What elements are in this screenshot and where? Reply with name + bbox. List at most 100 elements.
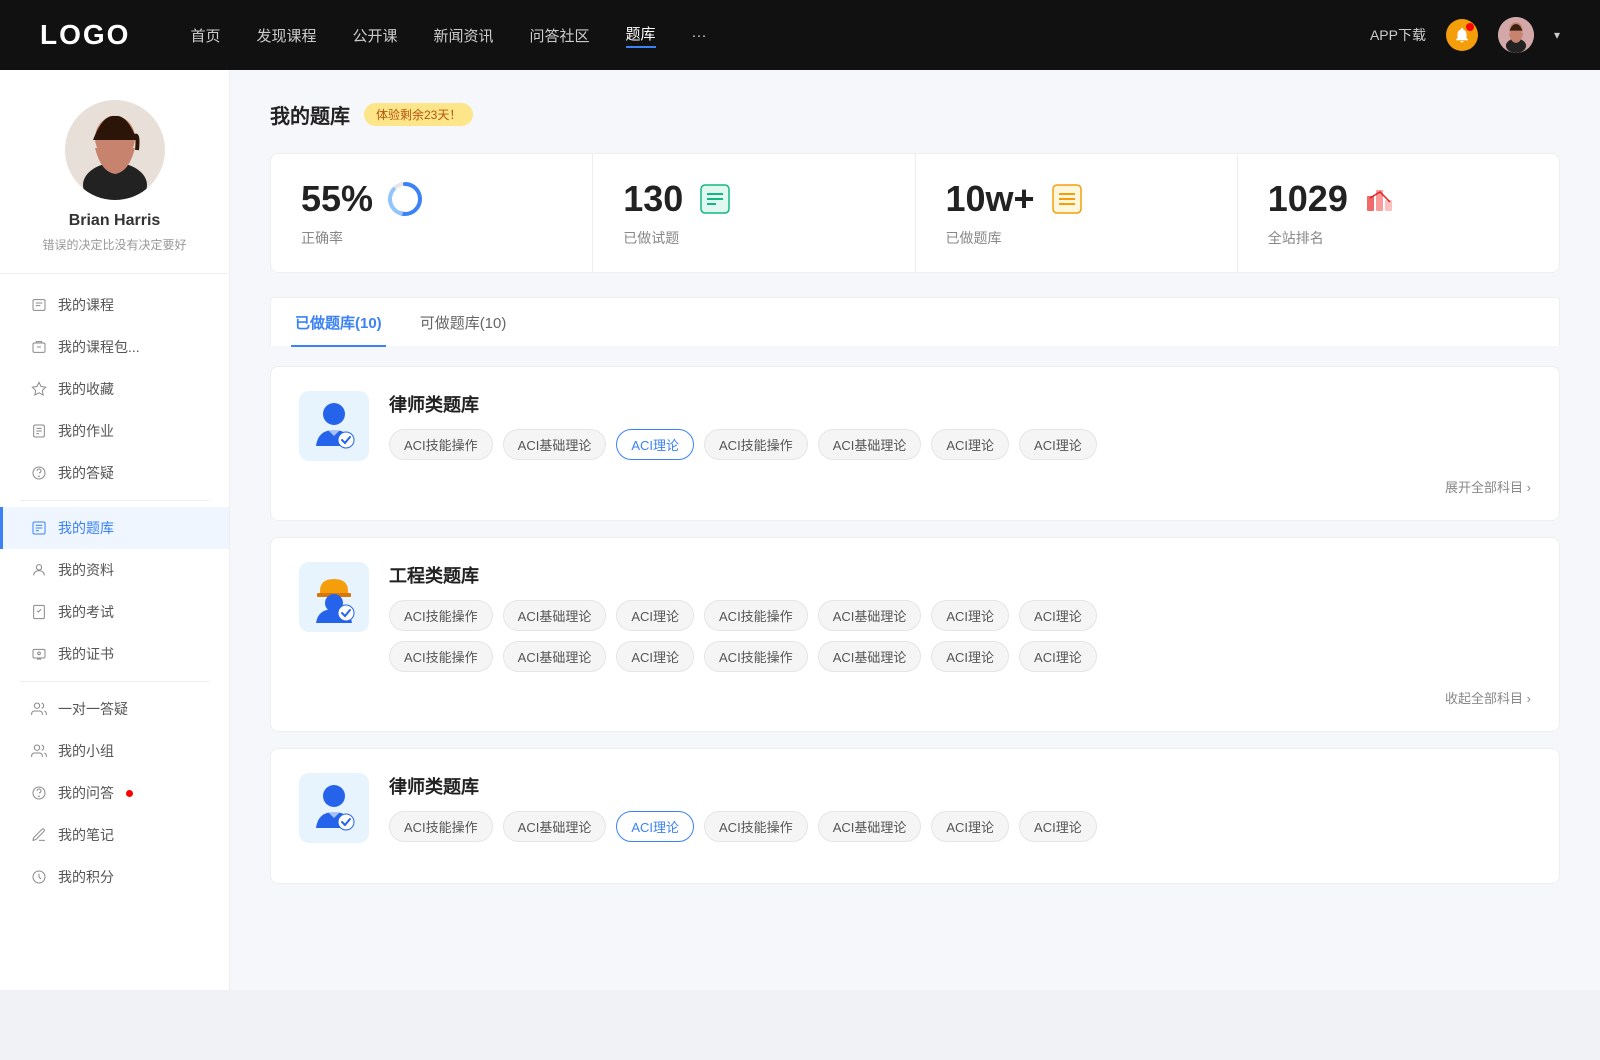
sidebar-item-cert[interactable]: 我的证书 [0, 633, 229, 675]
sidebar-item-points[interactable]: 我的积分 [0, 856, 229, 898]
nav-home[interactable]: 首页 [190, 25, 220, 46]
header-dropdown-arrow[interactable]: ▾ [1554, 28, 1560, 42]
stat-done-questions-value: 130 [623, 178, 683, 220]
notification-dot [1466, 23, 1474, 31]
question-icon [30, 464, 48, 482]
tag-eng-r2-0[interactable]: ACI技能操作 [389, 641, 493, 672]
nav-qbank[interactable]: 题库 [626, 23, 656, 48]
tag-lawyer2-2[interactable]: ACI理论 [616, 811, 694, 842]
sidebar-item-qa-label: 我的答疑 [58, 463, 114, 483]
tag-lawyer1-2[interactable]: ACI理论 [616, 429, 694, 460]
qbank-icon [30, 519, 48, 537]
tag-lawyer1-6[interactable]: ACI理论 [1019, 429, 1097, 460]
exam-icon [30, 603, 48, 621]
tag-eng-r2-1[interactable]: ACI基础理论 [503, 641, 607, 672]
tag-eng-r1-3[interactable]: ACI技能操作 [704, 600, 808, 631]
sidebar-item-package[interactable]: 我的课程包... [0, 326, 229, 368]
sidebar-item-oneonone[interactable]: 一对一答疑 [0, 688, 229, 730]
lawyer-bank-icon-2 [299, 773, 369, 843]
nav-qa[interactable]: 问答社区 [530, 25, 590, 46]
tag-eng-r2-3[interactable]: ACI技能操作 [704, 641, 808, 672]
tag-eng-r2-2[interactable]: ACI理论 [616, 641, 694, 672]
page-title-row: 我的题库 体验剩余23天！ [270, 100, 1560, 129]
sidebar-item-notes-label: 我的笔记 [58, 825, 114, 845]
sidebar-item-group[interactable]: 我的小组 [0, 730, 229, 772]
sidebar-item-my-qa[interactable]: 我的问答 [0, 772, 229, 814]
tag-eng-r1-5[interactable]: ACI理论 [931, 600, 1009, 631]
sidebar-item-qbank[interactable]: 我的题库 [0, 507, 229, 549]
sidebar-item-homework[interactable]: 我的作业 [0, 410, 229, 452]
expand-lawyer-1[interactable]: 展开全部科目 › [1445, 477, 1531, 496]
stat-done-banks-label: 已做题库 [946, 228, 1207, 248]
tag-lawyer2-3[interactable]: ACI技能操作 [704, 811, 808, 842]
sidebar-item-group-label: 我的小组 [58, 741, 114, 761]
app-download-btn[interactable]: APP下载 [1370, 25, 1426, 45]
qbank-tags-engineer-row1: ACI技能操作 ACI基础理论 ACI理论 ACI技能操作 ACI基础理论 AC… [389, 600, 1531, 631]
tabs-row: 已做题库(10) 可做题库(10) [270, 297, 1560, 346]
sidebar-item-favorites[interactable]: 我的收藏 [0, 368, 229, 410]
sidebar-item-exam-label: 我的考试 [58, 602, 114, 622]
sidebar-item-profile[interactable]: 我的资料 [0, 549, 229, 591]
tag-lawyer2-5[interactable]: ACI理论 [931, 811, 1009, 842]
sidebar-item-oneonone-label: 一对一答疑 [58, 699, 128, 719]
tag-eng-r2-6[interactable]: ACI理论 [1019, 641, 1097, 672]
profile-section: Brian Harris 错误的决定比没有决定要好 [0, 100, 229, 274]
qbank-card-lawyer-2: 律师类题库 ACI技能操作 ACI基础理论 ACI理论 ACI技能操作 ACI基… [270, 748, 1560, 884]
sidebar-item-profile-label: 我的资料 [58, 560, 114, 580]
stat-accuracy-label: 正确率 [301, 228, 562, 248]
group-icon [30, 742, 48, 760]
tag-eng-r2-4[interactable]: ACI基础理论 [818, 641, 922, 672]
package-icon [30, 338, 48, 356]
main-content: 我的题库 体验剩余23天！ 55% 正确率 [230, 70, 1600, 990]
stat-rank: 1029 全站排名 [1238, 154, 1559, 272]
qbank-card-lawyer-1: 律师类题库 ACI技能操作 ACI基础理论 ACI理论 ACI技能操作 ACI基… [270, 366, 1560, 521]
tag-eng-r1-0[interactable]: ACI技能操作 [389, 600, 493, 631]
sidebar-item-my-qa-label: 我的问答 [58, 783, 114, 803]
qbank-tags-lawyer-1: ACI技能操作 ACI基础理论 ACI理论 ACI技能操作 ACI基础理论 AC… [389, 429, 1531, 460]
stat-done-banks-value: 10w+ [946, 178, 1035, 220]
tag-eng-r1-6[interactable]: ACI理论 [1019, 600, 1097, 631]
stat-done-questions: 130 已做试题 [593, 154, 915, 272]
sidebar-item-qbank-label: 我的题库 [58, 518, 114, 538]
engineer-bank-icon [299, 562, 369, 632]
tab-available-banks[interactable]: 可做题库(10) [416, 298, 511, 347]
tag-eng-r1-1[interactable]: ACI基础理论 [503, 600, 607, 631]
tag-lawyer2-1[interactable]: ACI基础理论 [503, 811, 607, 842]
qbank-tags-lawyer-2: ACI技能操作 ACI基础理论 ACI理论 ACI技能操作 ACI基础理论 AC… [389, 811, 1531, 842]
tag-lawyer1-4[interactable]: ACI基础理论 [818, 429, 922, 460]
done-questions-icon [697, 181, 733, 217]
logo: LOGO [40, 19, 130, 51]
sidebar-item-qa[interactable]: 我的答疑 [0, 452, 229, 494]
tag-eng-r2-5[interactable]: ACI理论 [931, 641, 1009, 672]
sidebar-item-notes[interactable]: 我的笔记 [0, 814, 229, 856]
tag-lawyer1-5[interactable]: ACI理论 [931, 429, 1009, 460]
header: LOGO 首页 发现课程 公开课 新闻资讯 问答社区 题库 ··· APP下载 … [0, 0, 1600, 70]
tag-lawyer2-0[interactable]: ACI技能操作 [389, 811, 493, 842]
collapse-engineer[interactable]: 收起全部科目 › [1445, 688, 1531, 707]
tab-done-banks[interactable]: 已做题库(10) [291, 298, 386, 347]
tag-lawyer1-1[interactable]: ACI基础理论 [503, 429, 607, 460]
tag-eng-r1-2[interactable]: ACI理论 [616, 600, 694, 631]
tag-lawyer2-6[interactable]: ACI理论 [1019, 811, 1097, 842]
tag-lawyer2-4[interactable]: ACI基础理论 [818, 811, 922, 842]
nav-news[interactable]: 新闻资讯 [434, 25, 494, 46]
notification-button[interactable] [1446, 19, 1478, 51]
qbank-tags-engineer-row2: ACI技能操作 ACI基础理论 ACI理论 ACI技能操作 ACI基础理论 AC… [389, 641, 1531, 672]
user-avatar [65, 100, 165, 200]
nav-more[interactable]: ··· [692, 27, 707, 44]
stat-done-questions-label: 已做试题 [623, 228, 884, 248]
tag-eng-r1-4[interactable]: ACI基础理论 [818, 600, 922, 631]
sidebar-item-my-course[interactable]: 我的课程 [0, 284, 229, 326]
sidebar-item-package-label: 我的课程包... [58, 337, 140, 357]
header-user-avatar[interactable] [1498, 17, 1534, 53]
nav-open-course[interactable]: 公开课 [352, 25, 397, 46]
sidebar-item-my-course-label: 我的课程 [58, 295, 114, 315]
nav-discover[interactable]: 发现课程 [256, 25, 316, 46]
qbank-title-engineer: 工程类题库 [389, 562, 1531, 588]
sidebar-username: Brian Harris [69, 212, 161, 230]
tag-lawyer1-0[interactable]: ACI技能操作 [389, 429, 493, 460]
sidebar-item-exam[interactable]: 我的考试 [0, 591, 229, 633]
sidebar-item-favorites-label: 我的收藏 [58, 379, 114, 399]
tag-lawyer1-3[interactable]: ACI技能操作 [704, 429, 808, 460]
main-nav: 首页 发现课程 公开课 新闻资讯 问答社区 题库 ··· [190, 23, 1370, 48]
